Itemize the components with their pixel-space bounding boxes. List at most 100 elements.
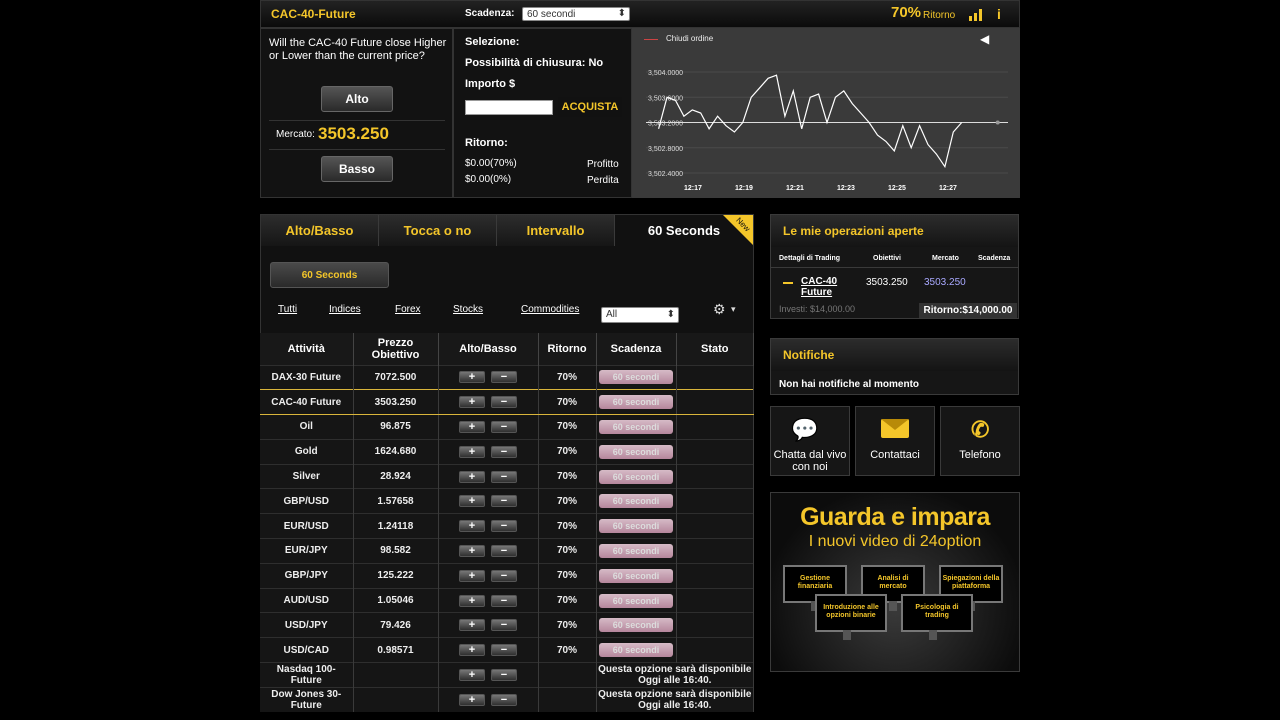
row-unavailable-note: Questa opzione sarà disponibile Oggi all… xyxy=(596,662,754,688)
expiry-button[interactable]: 60 secondi xyxy=(599,593,673,608)
row-asset: DAX-30 Future xyxy=(260,364,354,390)
call-plus-button[interactable]: + xyxy=(459,544,485,557)
row-status xyxy=(676,364,754,390)
divider xyxy=(269,120,445,121)
signal-bars-icon[interactable] xyxy=(969,9,983,21)
trade-asset-link[interactable]: CAC-40 Future xyxy=(801,276,846,298)
video-monitor[interactable]: Psicologia di trading xyxy=(901,594,973,640)
expiry-button[interactable]: 60 secondi xyxy=(599,543,673,558)
put-minus-button[interactable]: − xyxy=(491,668,517,681)
expiry-select[interactable]: 60 secondi ⬍ xyxy=(522,7,630,21)
table-row[interactable]: DAX-30 Future 7072.500 + −70% 60 secondi xyxy=(260,364,754,390)
amount-input[interactable] xyxy=(465,100,553,115)
row-status xyxy=(676,637,754,663)
call-plus-button[interactable]: + xyxy=(459,619,485,632)
put-minus-button[interactable]: − xyxy=(491,644,517,657)
expiry-button[interactable]: 60 secondi xyxy=(599,469,673,484)
put-minus-button[interactable]: − xyxy=(491,470,517,483)
table-row[interactable]: USD/JPY 79.426 + −70% 60 secondi xyxy=(260,612,754,638)
row-status xyxy=(676,587,754,613)
buy-button[interactable]: ACQUISTA xyxy=(558,97,622,117)
table-row[interactable]: Silver 28.924 + −70% 60 secondi xyxy=(260,463,754,489)
divider xyxy=(771,267,1018,268)
expiry-button[interactable]: 60 secondi xyxy=(599,618,673,633)
put-minus-button[interactable]: − xyxy=(491,371,517,384)
high-button[interactable]: Alto xyxy=(321,86,393,112)
expiry-button[interactable]: 60 secondi xyxy=(599,370,673,385)
call-plus-button[interactable]: + xyxy=(459,668,485,681)
call-plus-button[interactable]: + xyxy=(459,445,485,458)
expiry-button[interactable]: 60 secondi xyxy=(599,494,673,509)
call-plus-button[interactable]: + xyxy=(459,470,485,483)
table-row[interactable]: GBP/USD 1.57658 + −70% 60 secondi xyxy=(260,488,754,514)
filter-commodities[interactable]: Commodities xyxy=(521,304,579,315)
filter-all[interactable]: Tutti xyxy=(278,304,297,315)
settings-gear-icon[interactable]: ⚙ xyxy=(713,301,726,318)
table-row[interactable]: Nasdaq 100- Future + − Questa opzione sarà … xyxy=(260,662,754,688)
table-row[interactable]: EUR/USD 1.24118 + −70% 60 secondi xyxy=(260,513,754,539)
trade-col-market: Mercato xyxy=(932,255,959,262)
chevron-down-icon[interactable]: ▾ xyxy=(731,304,736,315)
call-plus-button[interactable]: + xyxy=(459,396,485,409)
row-unavailable-note: Questa opzione sarà disponibile Oggi all… xyxy=(596,686,754,713)
put-minus-button[interactable]: − xyxy=(491,694,517,706)
expiry-button[interactable]: 60 secondi xyxy=(599,519,673,534)
expiry-button[interactable]: 60 secondi xyxy=(599,568,673,583)
live-chat-button[interactable]: 💬 Chatta dal vivo con noi xyxy=(770,406,850,476)
mail-icon xyxy=(881,419,909,438)
filter-indices[interactable]: Indices xyxy=(329,304,361,315)
tab-range[interactable]: Intervallo xyxy=(497,215,615,247)
put-minus-button[interactable]: − xyxy=(491,619,517,632)
expiry-button[interactable]: 60 secondi xyxy=(599,395,673,410)
put-minus-button[interactable]: − xyxy=(491,569,517,582)
call-plus-button[interactable]: + xyxy=(459,594,485,607)
chat-icon: 💬 xyxy=(791,417,819,442)
contact-us-button[interactable]: Contattaci xyxy=(855,406,935,476)
video-monitor[interactable]: Introduzione alle opzioni binarie xyxy=(815,594,887,640)
filter-stocks[interactable]: Stocks xyxy=(453,304,483,315)
table-row[interactable]: AUD/USD 1.05046 + −70% 60 secondi xyxy=(260,587,754,613)
table-row[interactable]: Oil 96.875 + −70% 60 secondi xyxy=(260,414,754,440)
put-minus-button[interactable]: − xyxy=(491,420,517,433)
call-plus-button[interactable]: + xyxy=(459,644,485,657)
video-promo-banner[interactable]: Guarda e impara I nuovi video di 24optio… xyxy=(770,492,1020,672)
row-return: 70% xyxy=(538,414,597,440)
question-panel: Will the CAC-40 Future close Higher or L… xyxy=(260,28,453,198)
table-row[interactable]: EUR/JPY 98.582 + −70% 60 secondi xyxy=(260,538,754,564)
tab-high-low[interactable]: Alto/Basso xyxy=(261,215,379,247)
expiry-button[interactable]: 60 secondi xyxy=(599,419,673,434)
put-minus-button[interactable]: − xyxy=(491,445,517,458)
info-icon[interactable]: i xyxy=(997,6,1001,22)
put-minus-button[interactable]: − xyxy=(491,594,517,607)
option-type-tabs: Alto/Basso Tocca o no Intervallo 60 Seco… xyxy=(260,214,754,247)
open-trades-title: Le mie operazioni aperte xyxy=(771,215,1018,247)
expiry-button[interactable]: 60 secondi xyxy=(599,444,673,459)
put-minus-button[interactable]: − xyxy=(491,520,517,533)
table-row[interactable]: Gold 1624.680 + −70% 60 secondi xyxy=(260,438,754,465)
filter-forex[interactable]: Forex xyxy=(395,304,421,315)
expiry-button[interactable]: 60 secondi xyxy=(599,643,673,658)
row-expiry: 60 secondi xyxy=(596,488,677,514)
put-minus-button[interactable]: − xyxy=(491,544,517,557)
profit-label: Profitto xyxy=(587,159,619,170)
put-minus-button[interactable]: − xyxy=(491,396,517,409)
call-plus-button[interactable]: + xyxy=(459,371,485,384)
put-minus-button[interactable]: − xyxy=(491,495,517,508)
current-price-marker xyxy=(995,120,1000,125)
call-plus-button[interactable]: + xyxy=(459,520,485,533)
table-row[interactable]: USD/CAD 0.98571 + −70% 60 secondi xyxy=(260,637,754,663)
asset-filter-select[interactable]: All ⬍ xyxy=(601,307,679,323)
call-plus-button[interactable]: + xyxy=(459,420,485,433)
open-trades-panel: Le mie operazioni aperte Dettagli di Tra… xyxy=(770,214,1019,319)
table-row[interactable]: GBP/JPY 125.222 + −70% 60 secondi xyxy=(260,562,754,589)
call-plus-button[interactable]: + xyxy=(459,569,485,582)
tab-touch[interactable]: Tocca o no xyxy=(379,215,497,247)
table-row[interactable]: CAC-40 Future 3503.250 + −70% 60 secondi xyxy=(260,389,754,416)
call-plus-button[interactable]: + xyxy=(459,495,485,508)
call-plus-button[interactable]: + xyxy=(459,694,485,706)
collapse-chart-icon[interactable]: ◀ xyxy=(980,32,989,46)
phone-button[interactable]: ✆ Telefono xyxy=(940,406,1020,476)
sixty-seconds-button[interactable]: 60 Seconds xyxy=(270,262,389,288)
low-button[interactable]: Basso xyxy=(321,156,393,182)
table-row[interactable]: Dow Jones 30- Future + − Questa opzione sar… xyxy=(260,686,754,713)
